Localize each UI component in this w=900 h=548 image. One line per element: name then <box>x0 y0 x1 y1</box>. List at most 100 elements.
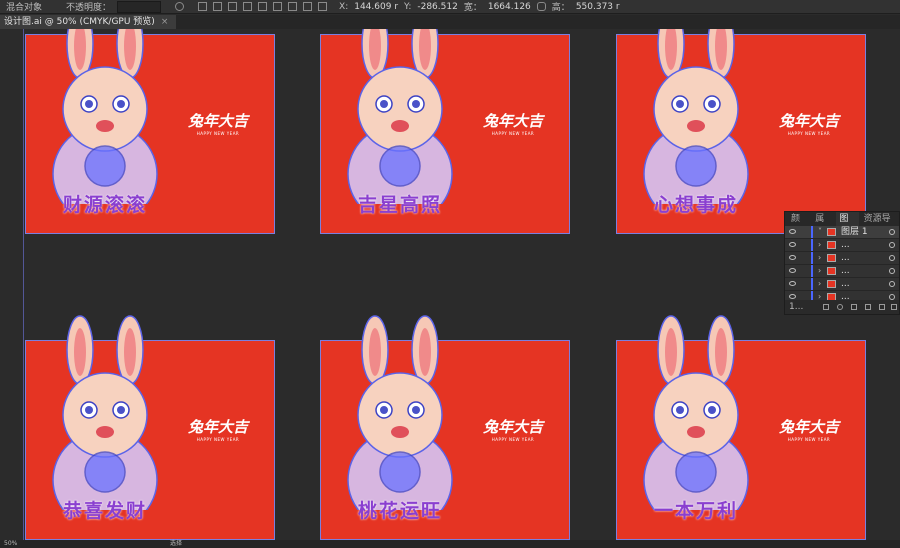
search-icon[interactable] <box>837 304 843 310</box>
brand-logo: 兔年大吉 <box>188 418 249 436</box>
y-label: Y: <box>404 1 412 12</box>
visibility-eye-icon[interactable] <box>789 268 796 273</box>
distribute-icon[interactable] <box>303 2 313 11</box>
brand-logo: 兔年大吉 <box>779 418 840 436</box>
expand-chevron-icon[interactable]: › <box>818 265 821 277</box>
align-middle-icon[interactable] <box>273 2 283 11</box>
target-icon[interactable] <box>889 268 895 274</box>
tab-color[interactable]: 颜色 <box>788 212 810 238</box>
expand-chevron-icon[interactable]: › <box>818 252 821 264</box>
new-sublayer-icon[interactable] <box>865 304 871 310</box>
layer-thumbnail <box>827 267 836 275</box>
tab-properties[interactable]: 属性 <box>812 212 834 238</box>
layer-thumbnail <box>827 280 836 288</box>
target-icon[interactable] <box>889 242 895 248</box>
visibility-eye-icon[interactable] <box>789 281 796 286</box>
visibility-eye-icon[interactable] <box>789 242 796 247</box>
red-envelope-2[interactable]: 兔年大吉 HAPPY NEW YEAR 吉星高照 <box>320 29 572 234</box>
zoom-level[interactable]: 50% <box>4 540 17 548</box>
layer-thumbnail <box>827 254 836 262</box>
brand-subtitle: HAPPY NEW YEAR <box>491 437 535 442</box>
sublayer-row[interactable]: ›... <box>785 239 899 252</box>
red-envelope-3[interactable]: 兔年大吉 HAPPY NEW YEAR 心想事成 <box>616 29 868 234</box>
height-label: 高： <box>551 3 570 13</box>
sublayer-name[interactable]: ... <box>841 278 850 290</box>
red-envelope-6[interactable]: 兔年大吉 HAPPY NEW YEAR 一本万利 <box>616 315 868 540</box>
tab-asset-export[interactable]: 资源导出 <box>861 212 899 238</box>
layers-panel: 颜色 属性 图层 资源导出 ˅ 图层 1 ›...›...›...›...›..… <box>784 211 900 315</box>
envelope-slogan: 财源滚滚 <box>62 194 147 216</box>
status-mode: 选择 <box>170 540 183 547</box>
close-tab-icon[interactable]: × <box>161 17 169 27</box>
brand-logo: 兔年大吉 <box>483 418 544 436</box>
sublayer-name[interactable]: ... <box>841 252 850 264</box>
sublayer-row[interactable]: ›... <box>785 265 899 278</box>
target-icon[interactable] <box>889 281 895 287</box>
align-center-icon[interactable] <box>228 2 238 11</box>
sublayer-row[interactable]: ›... <box>785 252 899 265</box>
align-right-icon[interactable] <box>243 2 253 11</box>
rabbit-illustration <box>52 315 158 510</box>
expand-chevron-icon[interactable]: ˅ <box>818 226 822 238</box>
sublayer-name[interactable]: ... <box>841 239 850 251</box>
align-left-icon[interactable] <box>213 2 223 11</box>
layer-color-bar <box>811 226 813 238</box>
envelope-slogan: 恭喜发财 <box>62 500 147 522</box>
rabbit-illustration <box>347 315 453 510</box>
grid-icon[interactable] <box>198 2 208 11</box>
link-icon[interactable] <box>536 2 546 11</box>
rabbit-illustration <box>347 29 453 204</box>
layer-color-bar <box>811 239 813 251</box>
envelope-slogan: 心想事成 <box>653 194 738 216</box>
opacity-label[interactable]: 不透明度： <box>66 0 111 13</box>
recolor-icon[interactable] <box>175 2 185 11</box>
panel-tabs: 颜色 属性 图层 资源导出 <box>785 212 899 238</box>
visibility-eye-icon[interactable] <box>789 229 796 234</box>
brand-subtitle: HAPPY NEW YEAR <box>196 131 240 136</box>
expand-chevron-icon[interactable]: › <box>818 278 821 290</box>
height-field[interactable]: 550.373 r <box>576 2 620 12</box>
layer-color-bar <box>811 252 813 264</box>
tab-layers[interactable]: 图层 <box>836 212 859 238</box>
new-layer-icon[interactable] <box>879 304 885 310</box>
layer-row-top[interactable]: ˅ 图层 1 <box>785 226 899 239</box>
width-field[interactable]: 1664.126 <box>488 2 531 12</box>
artboard-canvas[interactable]: 兔年大吉 HAPPY NEW YEAR 财源滚滚 兔年大吉 HAPPY NEW YEAR… <box>0 29 900 540</box>
brand-subtitle: HAPPY NEW YEAR <box>787 437 831 442</box>
visibility-eye-icon[interactable] <box>789 294 796 299</box>
target-icon[interactable] <box>889 229 895 235</box>
red-envelope-5[interactable]: 兔年大吉 HAPPY NEW YEAR 桃花运旺 <box>320 315 572 540</box>
opacity-field[interactable] <box>117 0 162 13</box>
sublayer-row[interactable]: ›... <box>785 278 899 291</box>
layer-color-bar <box>811 278 813 290</box>
layer-count: 1... <box>789 302 804 312</box>
rabbit-illustration <box>52 29 158 204</box>
brand-logo: 兔年大吉 <box>483 112 544 130</box>
status-bar: 50% 选择 <box>0 540 900 548</box>
x-label: X: <box>339 1 349 12</box>
clip-mask-icon[interactable] <box>851 304 857 310</box>
align-bottom-icon[interactable] <box>288 2 298 11</box>
brand-logo: 兔年大吉 <box>779 112 840 130</box>
expand-chevron-icon[interactable]: › <box>818 239 821 251</box>
transform-icon[interactable] <box>318 2 328 11</box>
sublayer-name[interactable]: ... <box>841 265 850 277</box>
export-icon[interactable] <box>823 304 829 310</box>
delete-icon[interactable] <box>891 304 897 310</box>
document-tab-title: 设计图.ai @ 50% (CMYK/GPU 预览) <box>4 17 155 27</box>
document-tab[interactable]: 设计图.ai @ 50% (CMYK/GPU 预览) × <box>0 15 177 29</box>
visibility-eye-icon[interactable] <box>789 255 796 260</box>
y-field[interactable]: -286.512 <box>417 2 457 12</box>
red-envelope-4[interactable]: 兔年大吉 HAPPY NEW YEAR 恭喜发财 <box>25 315 277 540</box>
align-top-icon[interactable] <box>258 2 268 11</box>
ruler-guide[interactable] <box>23 29 24 540</box>
x-field[interactable]: 144.609 r <box>354 2 398 12</box>
red-envelope-1[interactable]: 兔年大吉 HAPPY NEW YEAR 财源滚滚 <box>25 29 277 234</box>
layer-name[interactable]: 图层 1 <box>841 226 868 238</box>
target-icon[interactable] <box>889 255 895 261</box>
blend-mode-label[interactable]: 混合对象 <box>6 0 42 13</box>
brand-subtitle: HAPPY NEW YEAR <box>196 437 240 442</box>
brand-subtitle: HAPPY NEW YEAR <box>491 131 535 136</box>
sublayer-list: ›... ›... ›... ›... ›... <box>785 239 899 304</box>
envelope-slogan: 吉星高照 <box>357 194 442 216</box>
